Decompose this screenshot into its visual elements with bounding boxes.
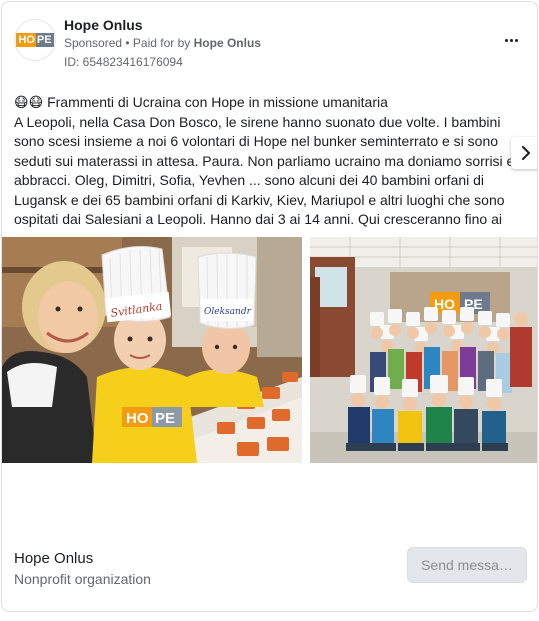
shirt-logo-ho: HO bbox=[126, 410, 149, 427]
sponsored-line: Sponsored • Paid for by Hope Onlus bbox=[64, 36, 261, 50]
advertiser-avatar[interactable]: HO PE bbox=[14, 19, 56, 61]
advertiser-name[interactable]: Hope Onlus bbox=[64, 17, 143, 33]
carousel-next-button[interactable] bbox=[511, 137, 537, 169]
more-dots-icon bbox=[504, 38, 518, 42]
footer-category: Nonprofit organization bbox=[14, 571, 151, 587]
more-options-button[interactable] bbox=[497, 29, 525, 51]
ad-header: HO PE Hope Onlus Sponsored • Paid for by… bbox=[14, 15, 525, 71]
logo-part-ho: HO bbox=[16, 33, 36, 47]
photo-kids-chef-hats: Svitlanka HO PE Oleksandr bbox=[2, 237, 302, 463]
carousel-photo-1[interactable]: Svitlanka HO PE Oleksandr bbox=[2, 237, 302, 463]
hat-name-2: Oleksandr bbox=[204, 307, 252, 317]
hope-logo: HO PE bbox=[16, 33, 54, 47]
ad-id: ID: 654823416176094 bbox=[64, 55, 183, 69]
logo-part-pe: PE bbox=[35, 33, 54, 47]
photo-group-chef-hats: HO PE bbox=[310, 237, 537, 463]
post-text: 😷😷 Frammenti di Ucraina con Hope in miss… bbox=[14, 93, 529, 233]
paid-for-name: Hope Onlus bbox=[193, 36, 261, 50]
image-carousel: Svitlanka HO PE Oleksandr HO PE bbox=[2, 237, 537, 463]
sponsored-label: Sponsored bbox=[64, 36, 123, 50]
send-message-button[interactable]: Send messa… bbox=[407, 547, 527, 583]
chevron-right-icon bbox=[522, 146, 530, 160]
footer-advertiser-name[interactable]: Hope Onlus bbox=[14, 550, 93, 567]
carousel-photo-2[interactable]: HO PE bbox=[310, 237, 537, 463]
shirt-logo-pe: PE bbox=[155, 410, 175, 427]
ad-card: HO PE Hope Onlus Sponsored • Paid for by… bbox=[1, 1, 538, 612]
post-text-content: 😷😷 Frammenti di Ucraina con Hope in miss… bbox=[14, 94, 514, 233]
paid-for-prefix: • Paid for by bbox=[125, 36, 191, 50]
